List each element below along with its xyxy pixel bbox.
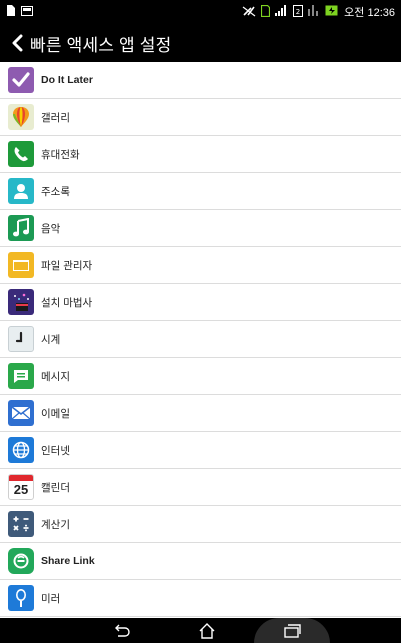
calculator-icon bbox=[8, 511, 34, 537]
list-item-messages[interactable]: 메시지 bbox=[0, 358, 401, 395]
navigation-bar bbox=[0, 618, 401, 643]
app-label: 휴대전화 bbox=[41, 148, 80, 161]
app-list: Do It Later 갤러리 휴대전화 주소록 음악 파일 관리자 설치 마법… bbox=[0, 62, 401, 618]
action-bar: 빠른 액세스 앱 설정 bbox=[0, 24, 401, 62]
image-icon bbox=[21, 5, 33, 19]
check-icon bbox=[8, 67, 34, 93]
list-item-do-it-later[interactable]: Do It Later bbox=[0, 62, 401, 99]
chevron-left-icon[interactable] bbox=[6, 32, 28, 54]
list-item-contacts[interactable]: 주소록 bbox=[0, 173, 401, 210]
folder-icon bbox=[8, 252, 34, 278]
app-label: 파일 관리자 bbox=[41, 259, 93, 272]
battery-charging-icon bbox=[325, 5, 339, 19]
message-icon bbox=[8, 363, 34, 389]
list-item-file-manager[interactable]: 파일 관리자 bbox=[0, 247, 401, 284]
app-label: 인터넷 bbox=[41, 444, 70, 457]
list-item-share-link[interactable]: Share Link bbox=[0, 543, 401, 580]
clock-icon bbox=[8, 326, 34, 352]
recents-icon[interactable] bbox=[278, 618, 306, 643]
list-item-email[interactable]: 이메일 bbox=[0, 395, 401, 432]
list-item-music[interactable]: 음악 bbox=[0, 210, 401, 247]
share-link-icon bbox=[8, 548, 34, 574]
phone-icon bbox=[8, 141, 34, 167]
list-item-internet[interactable]: 인터넷 bbox=[0, 432, 401, 469]
calendar-icon: 25 bbox=[8, 474, 34, 500]
list-item-clock[interactable]: 시계 bbox=[0, 321, 401, 358]
list-item-setup-wizard[interactable]: 설치 마법사 bbox=[0, 284, 401, 321]
app-label: Share Link bbox=[41, 555, 95, 567]
globe-icon bbox=[8, 437, 34, 463]
contact-icon bbox=[8, 178, 34, 204]
page-title: 빠른 액세스 앱 설정 bbox=[30, 35, 172, 55]
app-label: 계산기 bbox=[41, 518, 70, 531]
status-time: 오전 12:36 bbox=[344, 7, 395, 19]
balloon-icon bbox=[8, 104, 34, 130]
app-label: 주소록 bbox=[41, 185, 70, 198]
status-right: 2 오전 12:36 bbox=[242, 4, 395, 20]
svg-text:2: 2 bbox=[296, 8, 300, 16]
calendar-day: 25 bbox=[13, 482, 29, 497]
data-icon: 2 bbox=[293, 4, 304, 20]
app-label: 음악 bbox=[41, 222, 61, 235]
status-left bbox=[6, 5, 33, 19]
app-label: Do It Later bbox=[41, 74, 93, 86]
list-item-calendar[interactable]: 25 캘린더 bbox=[0, 469, 401, 506]
wizard-icon bbox=[8, 289, 34, 315]
music-note-icon bbox=[8, 215, 34, 241]
app-label: 시계 bbox=[41, 333, 61, 346]
list-item-mirror[interactable]: 미러 bbox=[0, 580, 401, 617]
list-item-calculator[interactable]: 계산기 bbox=[0, 506, 401, 543]
status-bar: 2 오전 12:36 bbox=[0, 0, 401, 24]
app-label: 미러 bbox=[41, 592, 61, 605]
signal-icon bbox=[275, 5, 288, 19]
mute-icon bbox=[242, 5, 256, 20]
list-item-phone[interactable]: 휴대전화 bbox=[0, 136, 401, 173]
app-label: 캘린더 bbox=[41, 481, 70, 494]
app-label: 갤러리 bbox=[41, 111, 70, 124]
signal-bars-icon bbox=[308, 5, 320, 19]
back-icon[interactable] bbox=[108, 618, 136, 643]
home-icon[interactable] bbox=[192, 618, 222, 643]
sim-icon bbox=[261, 4, 271, 20]
app-label: 설치 마법사 bbox=[41, 296, 93, 309]
mirror-icon bbox=[8, 585, 34, 611]
app-label: 메시지 bbox=[41, 370, 70, 383]
envelope-icon bbox=[8, 400, 34, 426]
notification-icon bbox=[6, 5, 16, 19]
list-item-gallery[interactable]: 갤러리 bbox=[0, 99, 401, 136]
app-label: 이메일 bbox=[41, 407, 70, 420]
